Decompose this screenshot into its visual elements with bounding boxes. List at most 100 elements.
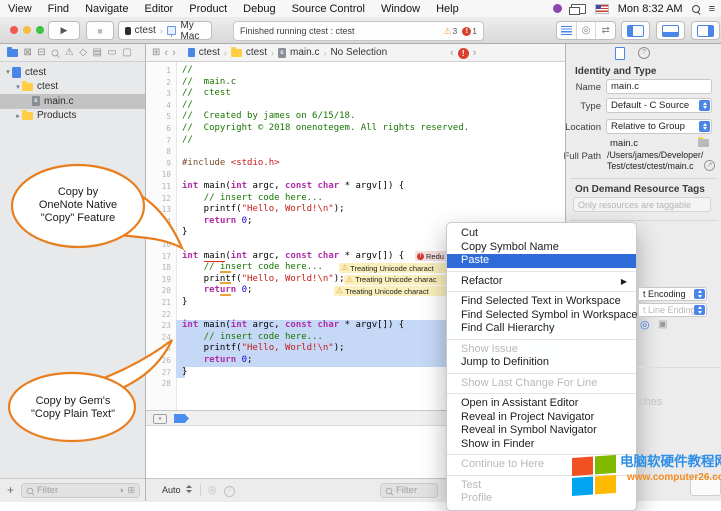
breadcrumb-group[interactable]: ctest bbox=[246, 47, 267, 58]
warning-icon[interactable]: ⚠ bbox=[443, 27, 451, 36]
issue-navigator-icon[interactable]: ⚠ bbox=[65, 48, 74, 58]
debug-navigator-icon[interactable]: ▤ bbox=[92, 48, 101, 58]
open-path-arrow-icon[interactable]: ↗ bbox=[704, 160, 715, 171]
location-dropdown[interactable]: Relative to Group bbox=[606, 119, 712, 134]
assistant-editor-button[interactable]: ◎ bbox=[577, 22, 597, 39]
menu-item-jump-to-definition[interactable]: Jump to Definition bbox=[447, 356, 636, 370]
quicklook-eye-icon[interactable]: ◎ bbox=[208, 485, 217, 496]
breadcrumb-selection[interactable]: No Selection bbox=[330, 47, 387, 58]
navigator-filter-field[interactable]: Filter ◗ ⊞ bbox=[21, 483, 140, 498]
menu-item-paste[interactable]: Paste bbox=[447, 254, 636, 268]
menubar-item-navigate[interactable]: Navigate bbox=[85, 3, 128, 15]
issue-chip-line-19[interactable]: ⚠Treating Unicode charac bbox=[344, 275, 451, 285]
breadcrumb-project[interactable]: ctest bbox=[199, 47, 220, 58]
issue-chip-line-20[interactable]: ⚠Treating Unicode charact bbox=[334, 286, 451, 296]
toggle-navigator-button[interactable] bbox=[621, 21, 650, 40]
code-line-6[interactable]: 6// Copyright © 2018 onenotegem. All rig… bbox=[146, 123, 565, 135]
code-line-9[interactable]: 9#include <stdio.h> bbox=[146, 158, 565, 170]
nav-row-main-c[interactable]: cmain.c bbox=[0, 94, 145, 109]
issue-badge[interactable]: ! bbox=[458, 48, 469, 59]
nav-row-ctest[interactable]: ▾ctest bbox=[0, 65, 145, 80]
run-button[interactable]: ▶ bbox=[48, 21, 80, 40]
warning-count[interactable]: 3 bbox=[453, 26, 458, 36]
search-navigator-icon[interactable] bbox=[52, 49, 59, 56]
text-encoding-dropdown[interactable]: t Encoding bbox=[639, 287, 707, 301]
displays-icon[interactable] bbox=[571, 4, 586, 14]
next-issue-button[interactable]: › bbox=[473, 47, 477, 59]
back-button[interactable]: ‹ bbox=[164, 47, 168, 59]
error-count[interactable]: 1 bbox=[472, 26, 477, 36]
issue-chip-line-18[interactable]: ⚠Treating Unicode charact bbox=[339, 263, 451, 273]
odr-tags-field[interactable]: Only resources are taggable bbox=[573, 197, 711, 212]
code-line-3[interactable]: 3// ctest bbox=[146, 88, 565, 100]
menubar-item-source-control[interactable]: Source Control bbox=[292, 3, 365, 15]
menu-item-reveal-in-symbol-navigator[interactable]: Reveal in Symbol Navigator bbox=[447, 424, 636, 438]
breadcrumb-file[interactable]: main.c bbox=[290, 47, 319, 58]
name-field[interactable]: main.c bbox=[606, 79, 712, 94]
notification-center-icon[interactable]: ≡ bbox=[709, 3, 715, 15]
menu-item-find-selected-text-in-workspace[interactable]: Find Selected Text in Workspace bbox=[447, 295, 636, 309]
version-editor-button[interactable]: ⇄ bbox=[596, 22, 615, 39]
code-line-11[interactable]: 11int main(int argc, const char * argv[]… bbox=[146, 181, 565, 193]
code-line-7[interactable]: 7// bbox=[146, 135, 565, 147]
find-navigator-icon[interactable]: ⊟ bbox=[37, 48, 45, 58]
forward-button[interactable]: › bbox=[172, 47, 176, 59]
menu-item-find-call-hierarchy[interactable]: Find Call Hierarchy bbox=[447, 322, 636, 336]
symbol-navigator-icon[interactable]: ⊠ bbox=[24, 48, 32, 58]
related-items-icon[interactable]: ⊞ bbox=[152, 48, 160, 58]
menubar-item-debug[interactable]: Debug bbox=[243, 3, 275, 15]
menu-item-reveal-in-project-navigator[interactable]: Reveal in Project Navigator bbox=[447, 411, 636, 425]
menubar-item-help[interactable]: Help bbox=[436, 3, 459, 15]
info-icon[interactable]: i bbox=[224, 486, 235, 497]
menubar-item-view[interactable]: View bbox=[8, 3, 32, 15]
disclosure-icon[interactable]: ▸ bbox=[14, 112, 22, 120]
indent-setting-icon[interactable]: ◎ bbox=[640, 318, 650, 331]
disclosure-icon[interactable]: ▾ bbox=[4, 68, 12, 76]
disclosure-icon[interactable]: ▾ bbox=[14, 83, 22, 91]
error-icon[interactable]: ! bbox=[462, 27, 471, 36]
code-line-10[interactable]: 10 bbox=[146, 169, 565, 181]
wrap-setting-icon[interactable]: ▣ bbox=[658, 319, 667, 330]
menu-item-copy-symbol-name[interactable]: Copy Symbol Name bbox=[447, 241, 636, 255]
recents-clock-icon[interactable]: ◗ bbox=[119, 486, 124, 495]
menu-item-cut[interactable]: Cut bbox=[447, 227, 636, 241]
menubar-item-find[interactable]: Find bbox=[48, 3, 69, 15]
spotlight-search-icon[interactable] bbox=[692, 5, 700, 13]
file-inspector-icon[interactable] bbox=[615, 47, 625, 60]
variables-scope-popup[interactable]: Auto bbox=[162, 485, 181, 495]
nav-row-products[interactable]: ▸Products bbox=[0, 109, 145, 124]
test-navigator-icon[interactable]: ◇ bbox=[79, 48, 87, 58]
stop-button[interactable]: ■ bbox=[86, 21, 114, 40]
nav-row-ctest[interactable]: ▾ctest bbox=[0, 80, 145, 95]
menu-item-refactor[interactable]: Refactor▶ bbox=[447, 275, 636, 289]
scm-status-icon[interactable]: ⊞ bbox=[127, 486, 135, 495]
quick-help-inspector-icon[interactable]: ? bbox=[638, 47, 650, 59]
report-navigator-icon[interactable]: ▢ bbox=[122, 48, 131, 58]
menu-item-find-selected-symbol-in-workspace[interactable]: Find Selected Symbol in Workspace bbox=[447, 309, 636, 323]
window-zoom-button[interactable] bbox=[36, 26, 44, 34]
toggle-debug-area-button[interactable] bbox=[656, 21, 685, 40]
menubar-item-editor[interactable]: Editor bbox=[144, 3, 173, 15]
input-language-flag-icon[interactable] bbox=[595, 4, 609, 14]
type-dropdown[interactable]: Default - C Source bbox=[606, 98, 712, 113]
code-line-4[interactable]: 4// bbox=[146, 100, 565, 112]
menu-item-show-in-finder[interactable]: Show in Finder bbox=[447, 438, 636, 452]
menubar-item-product[interactable]: Product bbox=[189, 3, 227, 15]
menu-item-open-in-assistant-editor[interactable]: Open in Assistant Editor bbox=[447, 397, 636, 411]
line-endings-dropdown[interactable]: t Line Endings bbox=[639, 303, 707, 317]
code-line-12[interactable]: 12 // insert code here... bbox=[146, 193, 565, 205]
menubar-item-window[interactable]: Window bbox=[381, 3, 420, 15]
toggle-inspector-button[interactable] bbox=[691, 21, 720, 40]
window-close-button[interactable] bbox=[10, 26, 18, 34]
code-line-2[interactable]: 2// main.c bbox=[146, 77, 565, 89]
reveal-folder-icon[interactable] bbox=[698, 139, 709, 147]
project-navigator-icon[interactable] bbox=[7, 49, 18, 57]
standard-editor-button[interactable] bbox=[557, 22, 577, 39]
breakpoint-navigator-icon[interactable]: ▭ bbox=[107, 48, 116, 58]
console-filter-field[interactable]: Filter bbox=[380, 483, 438, 498]
code-line-1[interactable]: 1// bbox=[146, 65, 565, 77]
code-line-8[interactable]: 8 bbox=[146, 146, 565, 158]
scheme-selector[interactable]: ctest › My Mac bbox=[118, 21, 212, 40]
menubar-clock[interactable]: Mon 8:32 AM bbox=[618, 3, 683, 15]
window-minimize-button[interactable] bbox=[23, 26, 31, 34]
